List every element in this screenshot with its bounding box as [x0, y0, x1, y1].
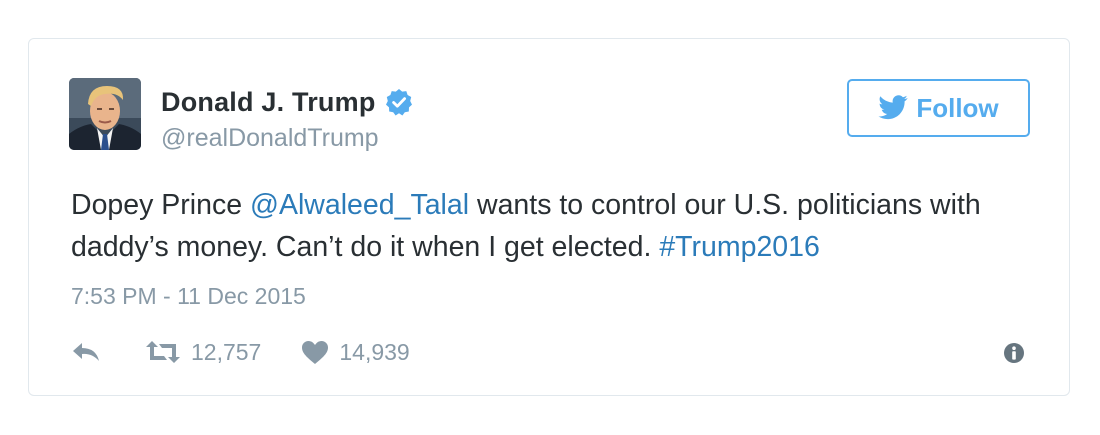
- profile-photo-icon: [69, 78, 141, 150]
- author-handle[interactable]: @realDonaldTrump: [161, 124, 379, 153]
- tweet-text: Dopey Prince @Alwaleed_Talal wants to co…: [71, 184, 1051, 268]
- heart-icon: [302, 340, 329, 364]
- retweet-icon: [146, 341, 180, 363]
- tweet-text-part1: Dopey Prince: [71, 189, 251, 221]
- retweet-count: 12,757: [191, 338, 262, 365]
- tweet-actions: 12,757 14,939: [71, 337, 410, 367]
- follow-button-label: Follow: [916, 92, 999, 123]
- tweet-timestamp[interactable]: 7:53 PM - 11 Dec 2015: [71, 283, 306, 310]
- twitter-bird-icon: [878, 95, 908, 120]
- retweet-button[interactable]: 12,757: [145, 339, 261, 366]
- reply-button[interactable]: [71, 341, 101, 363]
- author-name-row[interactable]: Donald J. Trump: [161, 85, 413, 119]
- avatar[interactable]: [69, 78, 141, 150]
- info-icon[interactable]: [1003, 342, 1025, 364]
- hashtag-link[interactable]: #Trump2016: [659, 231, 820, 263]
- follow-button[interactable]: Follow: [847, 79, 1030, 137]
- reply-icon: [73, 343, 99, 361]
- mention-link[interactable]: @Alwaleed_Talal: [250, 189, 469, 221]
- like-button[interactable]: 14,939: [301, 338, 410, 366]
- like-count: 14,939: [339, 338, 410, 365]
- author-display-name[interactable]: Donald J. Trump: [161, 87, 376, 118]
- verified-badge-icon: [385, 89, 412, 116]
- tweet-card: Donald J. Trump @realDonaldTrump Follow …: [28, 38, 1070, 396]
